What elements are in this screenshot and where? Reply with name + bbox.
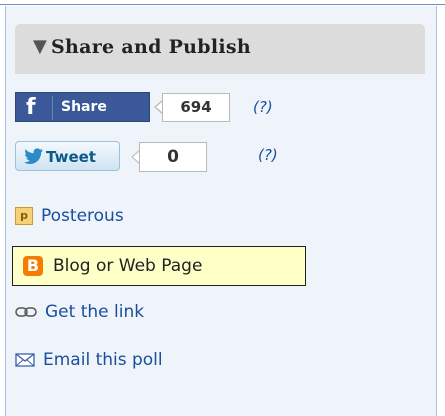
envelope-icon: [15, 353, 35, 367]
chain-link-icon: [15, 307, 37, 317]
facebook-divider: [52, 96, 53, 120]
panel-header[interactable]: ▼ Share and Publish: [15, 24, 425, 74]
blog-or-web-page-link[interactable]: B Blog or Web Page: [12, 246, 306, 286]
email-this-poll-link[interactable]: Email this poll: [15, 346, 163, 374]
get-the-link[interactable]: Get the link: [15, 298, 144, 326]
twitter-bird-icon: [24, 148, 43, 164]
email-this-poll-label: Email this poll: [43, 350, 163, 370]
tweet-count: 0: [139, 142, 207, 172]
twitter-help-link[interactable]: (?): [258, 146, 278, 164]
get-the-link-label: Get the link: [45, 302, 145, 322]
tweet-button[interactable]: Tweet: [15, 141, 120, 171]
blogger-icon: B: [23, 256, 43, 276]
posterous-label: Posterous: [41, 206, 124, 226]
posterous-link[interactable]: p Posterous: [15, 202, 124, 230]
tweet-label: Tweet: [46, 148, 96, 166]
window-top-border: [0, 0, 445, 5]
facebook-share-count: 694: [162, 93, 230, 122]
panel-title: Share and Publish: [51, 36, 252, 58]
facebook-share-label: Share: [61, 99, 107, 115]
facebook-help-link[interactable]: (?): [253, 98, 273, 116]
facebook-icon: f: [26, 95, 36, 120]
posterous-icon: p: [15, 207, 33, 225]
triangle-down-icon: ▼: [33, 36, 47, 57]
facebook-share-button[interactable]: f Share: [15, 92, 150, 122]
blog-or-web-page-label: Blog or Web Page: [53, 256, 203, 276]
